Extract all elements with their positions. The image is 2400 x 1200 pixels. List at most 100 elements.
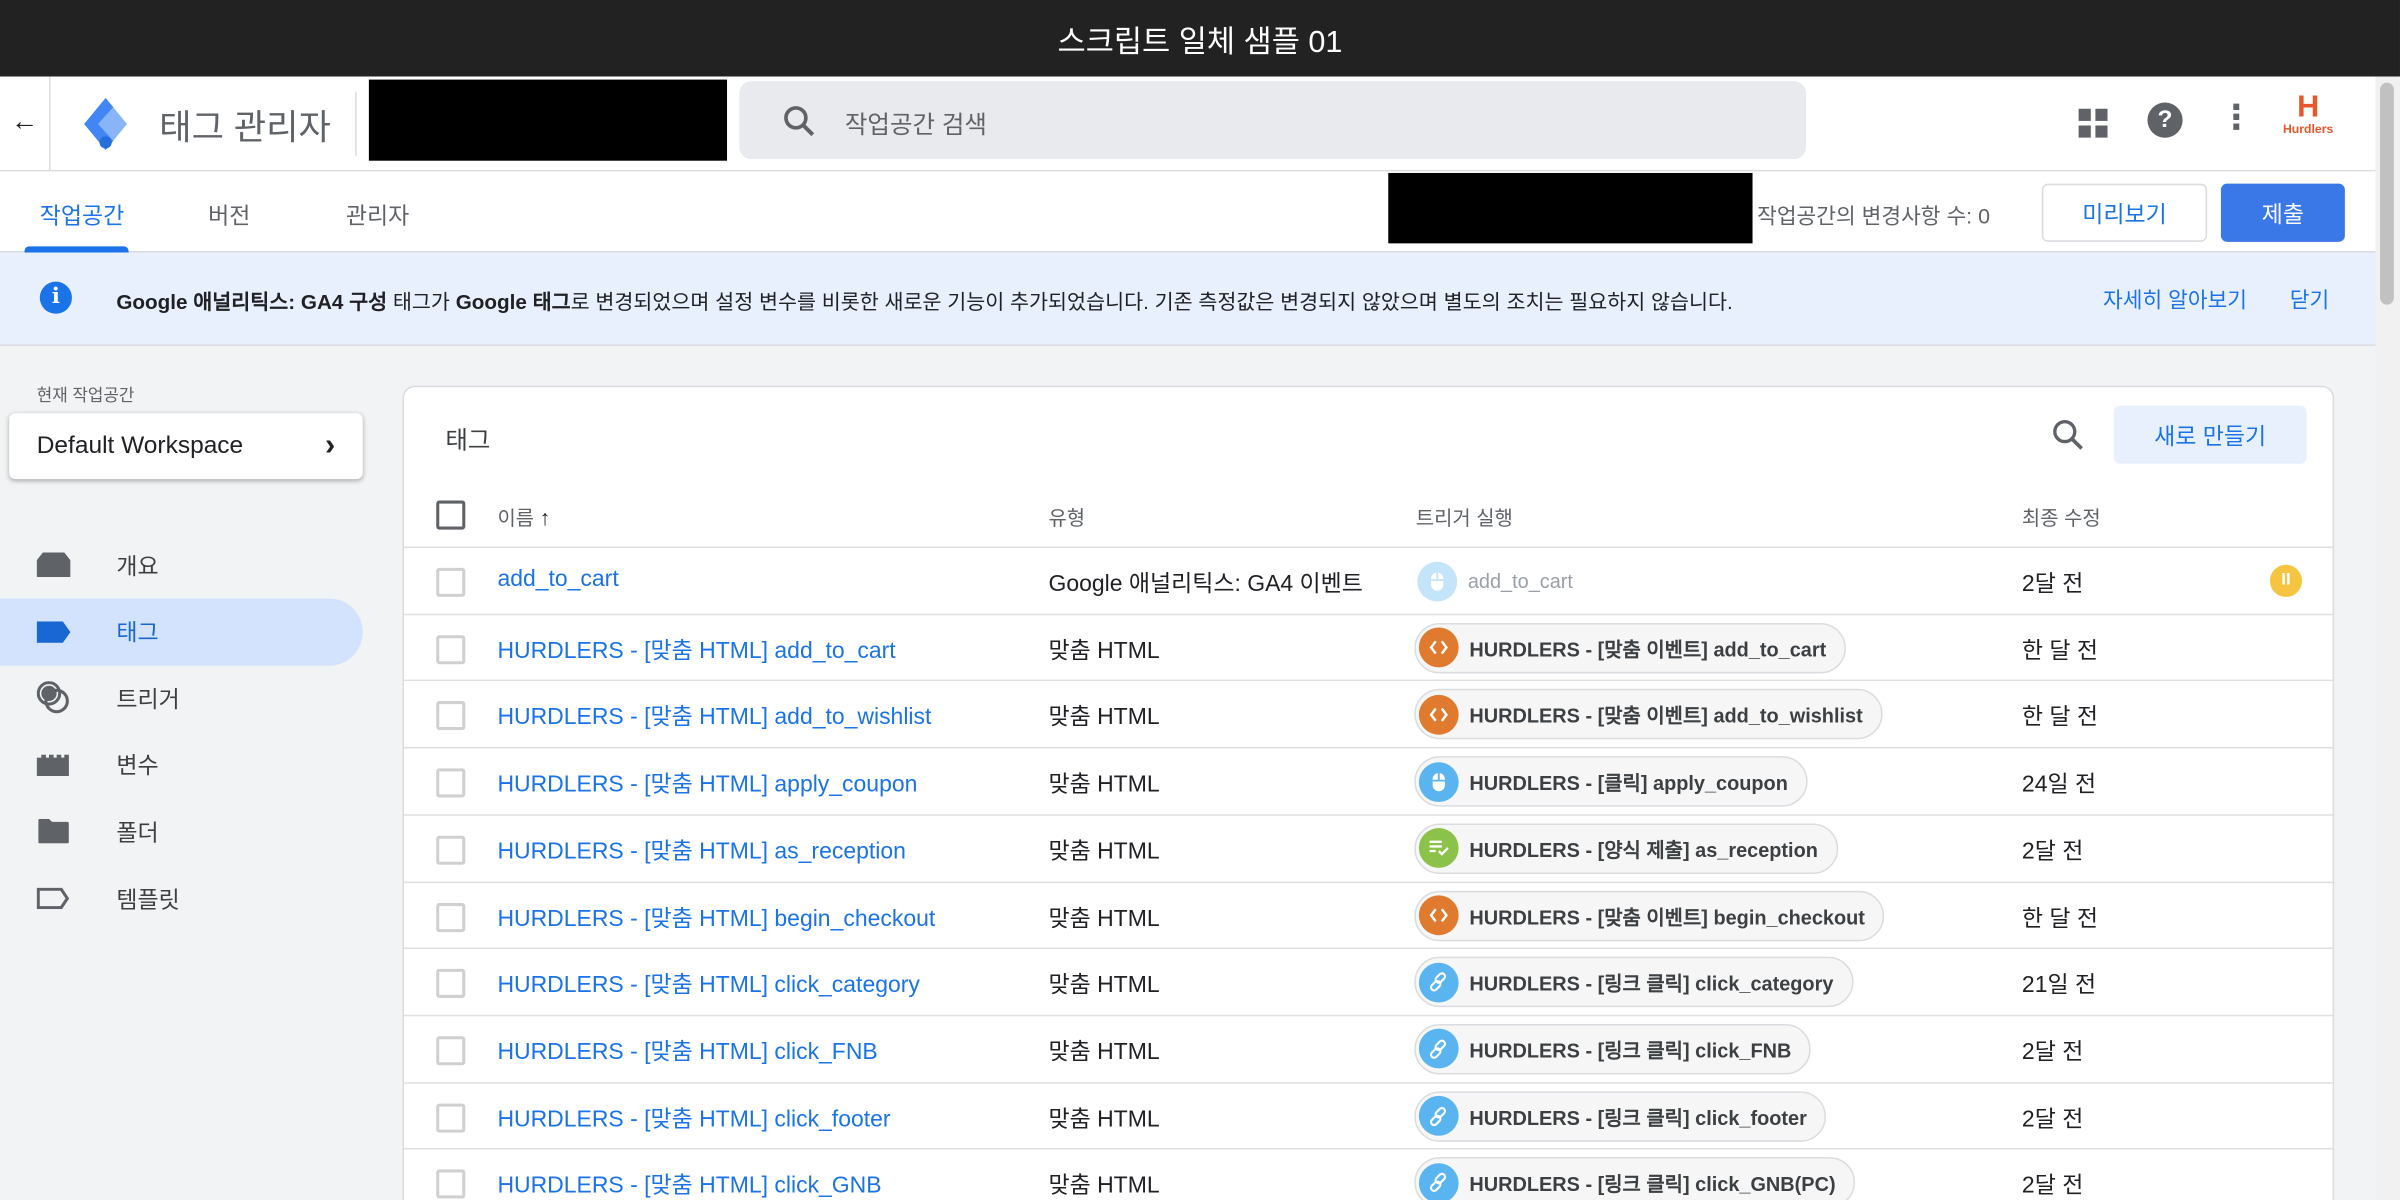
trigger-chip[interactable]: HURDLERS - [클릭] apply_coupon — [1414, 756, 1808, 807]
trigger-label: HURDLERS - [링크 클릭] click_FNB — [1469, 1039, 1792, 1063]
column-header-type[interactable]: 유형 — [1048, 502, 1085, 531]
trigger-chip[interactable]: HURDLERS - [링크 클릭] click_footer — [1414, 1090, 1827, 1142]
table-row[interactable]: HURDLERS - [맞춤 HTML] click_GNB 맞춤 HTML HUR… — [404, 1148, 2333, 1200]
tag-name-link[interactable]: HURDLERS - [맞춤 HTML] click_GNB — [497, 1168, 881, 1200]
folder-icon — [37, 819, 71, 844]
tag-name-link[interactable]: HURDLERS - [맞춤 HTML] add_to_wishlist — [497, 700, 931, 732]
row-checkbox[interactable] — [436, 701, 466, 731]
trigger-label: HURDLERS - [링크 클릭] click_GNB(PC) — [1469, 1172, 1836, 1196]
row-checkbox[interactable] — [436, 1169, 466, 1199]
trigger-chip[interactable]: HURDLERS - [링크 클릭] click_FNB — [1414, 1023, 1812, 1075]
trigger-chip[interactable]: HURDLERS - [링크 클릭] click_GNB(PC) — [1414, 1157, 1856, 1200]
learn-more-link[interactable]: 자세히 알아보기 — [2103, 285, 2247, 316]
table-row[interactable]: HURDLERS - [맞춤 HTML] add_to_wishlist 맞춤 H… — [404, 680, 2333, 747]
sidebar-item-overview[interactable]: 개요 — [0, 531, 363, 598]
chevron-right-icon: › — [324, 428, 336, 463]
new-tag-button[interactable]: 새로 만들기 — [2113, 405, 2307, 464]
sidebar-item-template[interactable]: 템플릿 — [0, 865, 363, 932]
column-header-last-edited[interactable]: 최종 수정 — [2022, 502, 2101, 531]
sidebar-item-folder[interactable]: 폴더 — [0, 798, 363, 865]
table-row[interactable]: HURDLERS - [맞춤 HTML] click_FNB 맞춤 HTML HUR… — [404, 1014, 2333, 1082]
apps-grid-icon[interactable] — [2078, 108, 2108, 138]
trigger-chip[interactable]: add_to_cart — [1414, 556, 1591, 607]
tag-name-link[interactable]: HURDLERS - [맞춤 HTML] add_to_cart — [497, 633, 895, 665]
sidebar-item-label: 변수 — [116, 753, 159, 780]
mouse-click-icon — [1418, 761, 1459, 802]
tab-versions[interactable]: 버전 — [208, 199, 250, 231]
submit-button[interactable]: 제출 — [2220, 183, 2345, 242]
trigger-label: add_to_cart — [1467, 569, 1573, 593]
last-edited: 한 달 전 — [2021, 637, 2099, 664]
tag-name-link[interactable]: HURDLERS - [맞춤 HTML] click_category — [497, 968, 919, 1000]
table-row[interactable]: HURDLERS - [맞춤 HTML] begin_checkout 맞춤 HT… — [404, 880, 2333, 948]
row-checkbox[interactable] — [436, 969, 466, 999]
workspace-selector[interactable]: Default Workspace › — [9, 413, 363, 480]
sort-ascending-icon: ↑ — [539, 505, 551, 530]
back-arrow-icon[interactable]: ← — [11, 106, 39, 138]
trigger-chip[interactable]: HURDLERS - [맞춤 이벤트] add_to_wishlist — [1414, 689, 1883, 740]
sidebar-item-tag[interactable]: 태그 — [0, 597, 363, 666]
trigger-icon — [36, 681, 71, 715]
table-row[interactable]: HURDLERS - [맞춤 HTML] add_to_cart 맞춤 HTML H… — [404, 613, 2333, 680]
link-click-icon — [1418, 1162, 1459, 1200]
preview-button[interactable]: 미리보기 — [2041, 183, 2208, 242]
search-input[interactable]: 작업공간 검색 — [739, 81, 1807, 160]
search-placeholder: 작업공간 검색 — [844, 113, 987, 140]
table-row[interactable]: HURDLERS - [맞춤 HTML] click_footer 맞춤 HTML… — [404, 1081, 2333, 1149]
banner-message: Google 애널리틱스: GA4 구성 태그가 Google 태그로 변경되었… — [116, 285, 1732, 316]
trigger-chip[interactable]: HURDLERS - [링크 클릭] click_category — [1414, 956, 1854, 1008]
tag-name-link[interactable]: HURDLERS - [맞춤 HTML] click_footer — [497, 1101, 890, 1133]
row-checkbox[interactable] — [436, 567, 466, 597]
sidebar-item-variable[interactable]: 변수 — [0, 731, 363, 798]
search-icon — [784, 106, 815, 137]
divider — [48, 76, 51, 172]
help-icon[interactable]: ? — [2147, 102, 2183, 138]
column-header-name[interactable]: 이름 ↑ — [497, 502, 550, 531]
trigger-label: HURDLERS - [맞춤 이벤트] add_to_wishlist — [1469, 704, 1863, 728]
info-banner: i Google 애널리틱스: GA4 구성 태그가 Google 태그로 변경… — [0, 252, 2376, 346]
banner-text: 로 변경되었으며 설정 변수를 비롯한 새로운 기능이 추가되었습니다. 기존 … — [570, 290, 1733, 314]
row-checkbox[interactable] — [436, 835, 466, 865]
more-vert-icon[interactable]: ⋮ — [2219, 98, 2253, 138]
hurdlers-logo-icon: H — [2297, 90, 2320, 124]
table-row[interactable]: HURDLERS - [맞춤 HTML] as_reception 맞춤 HTML… — [404, 813, 2333, 881]
trigger-chip[interactable]: HURDLERS - [양식 제출] as_reception — [1414, 823, 1838, 874]
last-edited: 2달 전 — [2021, 1106, 2084, 1133]
row-checkbox[interactable] — [436, 768, 466, 798]
scrollbar-thumb[interactable] — [2380, 82, 2394, 305]
table-row[interactable]: HURDLERS - [맞춤 HTML] apply_coupon 맞춤 HTML… — [404, 747, 2333, 814]
column-header-triggers[interactable]: 트리거 실행 — [1416, 502, 1513, 531]
tab-admin[interactable]: 관리자 — [346, 199, 409, 231]
form-submit-icon — [1418, 828, 1459, 869]
tag-name-link[interactable]: HURDLERS - [맞춤 HTML] click_FNB — [497, 1035, 877, 1067]
row-checkbox[interactable] — [436, 902, 466, 932]
search-icon[interactable] — [2051, 418, 2085, 452]
banner-bold: Google 태그 — [455, 290, 571, 314]
dismiss-banner-link[interactable]: 닫기 — [2290, 285, 2329, 316]
tab-workspace[interactable]: 작업공간 — [40, 199, 124, 231]
tag-name-link[interactable]: HURDLERS - [맞춤 HTML] begin_checkout — [497, 901, 935, 933]
trigger-label: HURDLERS - [맞춤 이벤트] begin_checkout — [1469, 905, 1865, 929]
mouse-click-icon — [1417, 560, 1458, 601]
workspace-changes-count: 작업공간의 변경사항 수: 0 — [1757, 203, 1991, 229]
info-icon: i — [39, 281, 72, 314]
brand-logo-text: Hurdlers — [2282, 122, 2334, 137]
table-row[interactable]: HURDLERS - [맞춤 HTML] click_category 맞춤 HT… — [404, 947, 2333, 1015]
link-click-icon — [1418, 962, 1459, 1003]
account-avatar[interactable]: H Hurdlers — [2281, 92, 2336, 136]
row-checkbox[interactable] — [436, 634, 466, 664]
row-checkbox[interactable] — [436, 1102, 466, 1133]
tag-name-link[interactable]: HURDLERS - [맞춤 HTML] as_reception — [497, 834, 905, 866]
trigger-chip[interactable]: HURDLERS - [맞춤 이벤트] begin_checkout — [1414, 890, 1885, 941]
divider — [355, 91, 357, 157]
tag-name-link[interactable]: add_to_cart — [497, 566, 618, 592]
row-checkbox[interactable] — [436, 1036, 466, 1066]
sidebar-item-label: 폴더 — [116, 820, 159, 847]
paused-icon: II — [2269, 564, 2303, 597]
sidebar-item-trigger[interactable]: 트리거 — [0, 665, 363, 732]
select-all-checkbox[interactable] — [436, 500, 466, 530]
table-row[interactable]: add_to_cart Google 애널리틱스: GA4 이벤트 add_to_c… — [404, 546, 2333, 613]
tag-name-link[interactable]: HURDLERS - [맞춤 HTML] apply_coupon — [497, 767, 917, 799]
tag-type: 맞춤 HTML — [1048, 1172, 1160, 1199]
trigger-chip[interactable]: HURDLERS - [맞춤 이벤트] add_to_cart — [1414, 622, 1847, 673]
